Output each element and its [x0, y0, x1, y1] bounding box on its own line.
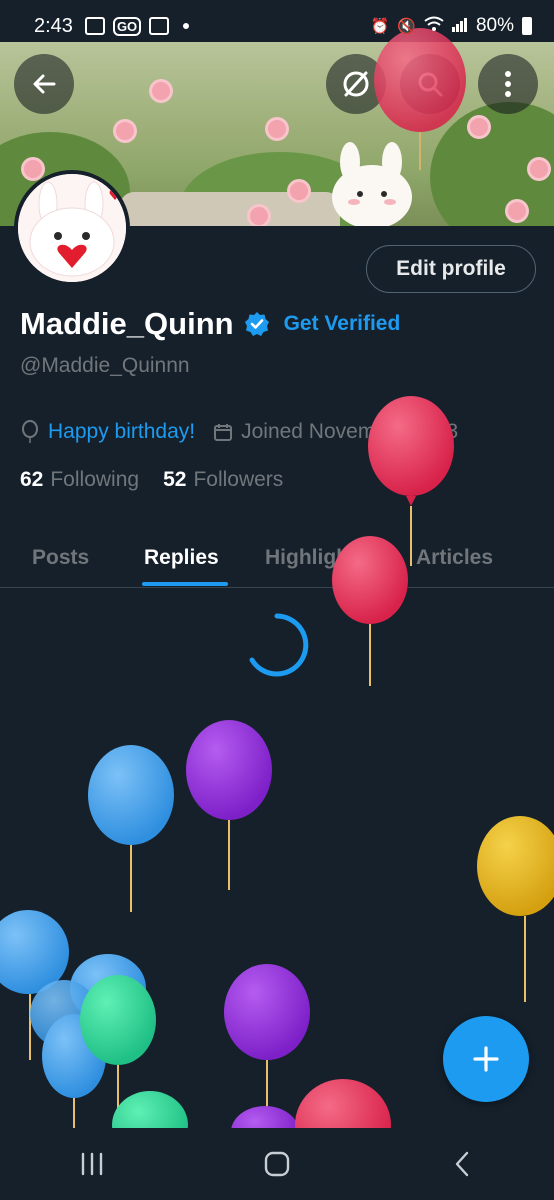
go-notification-icon: GO	[112, 16, 142, 36]
balloon-purple-2	[224, 964, 310, 1128]
home-icon	[264, 1151, 290, 1177]
status-bar-left: 2:43 GO	[34, 14, 190, 38]
battery-icon	[522, 17, 532, 35]
battery-percent: 80%	[475, 15, 514, 36]
status-time: 2:43	[34, 14, 73, 37]
balloon-blue-1	[88, 745, 174, 912]
recent-apps-button[interactable]	[62, 1134, 122, 1194]
system-nav-bar	[0, 1128, 554, 1200]
chevron-left-icon	[455, 1151, 468, 1177]
twitch-notification-icon	[84, 17, 105, 35]
wifi-icon	[424, 16, 444, 36]
balloon-yellow-1	[477, 816, 554, 1002]
home-button[interactable]	[247, 1134, 307, 1194]
balloon-purple-1	[186, 720, 272, 890]
plus-icon	[473, 1046, 499, 1072]
recent-apps-icon	[82, 1152, 103, 1176]
system-back-button[interactable]	[432, 1134, 492, 1194]
more-notifications-dot-icon	[183, 23, 190, 29]
alarm-icon: ⏰	[370, 18, 390, 35]
status-bar: 2:43 GO ⏰ 🔇 80%	[0, 0, 554, 52]
balloon-red-2	[332, 536, 408, 686]
mute-icon: 🔇	[397, 18, 416, 35]
compose-button[interactable]	[443, 1016, 529, 1102]
signal-icon	[451, 16, 468, 36]
twitch-notification-icon	[149, 17, 170, 35]
status-bar-right: ⏰ 🔇 80%	[371, 15, 532, 37]
